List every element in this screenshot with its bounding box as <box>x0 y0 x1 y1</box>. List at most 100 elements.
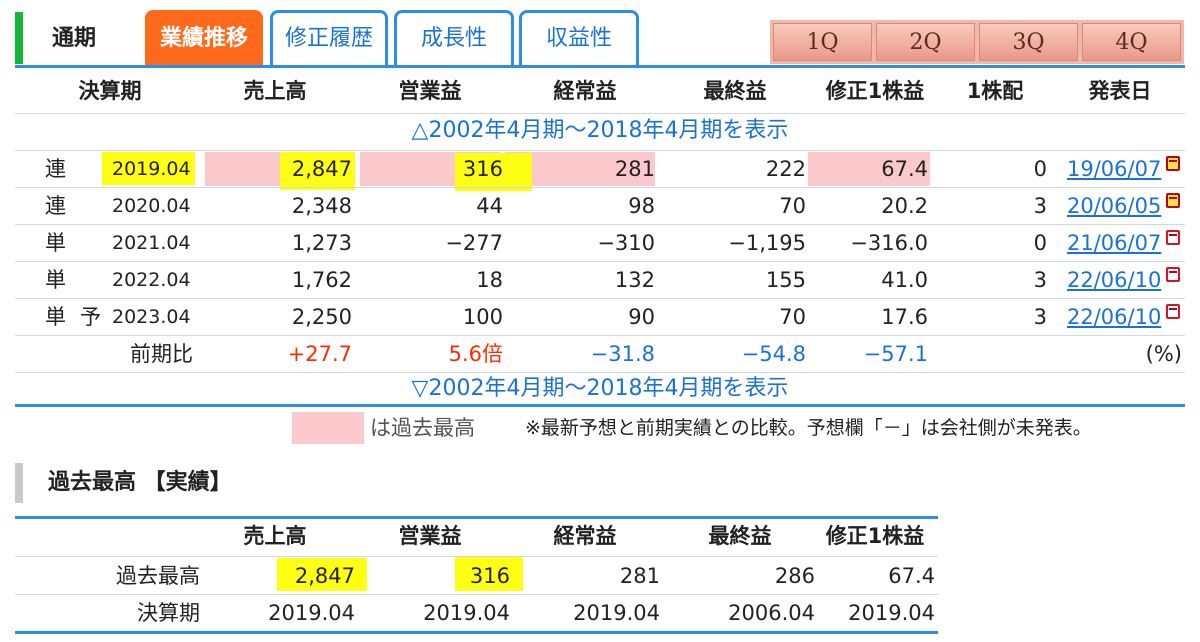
pdf-calendar-icon[interactable] <box>1166 230 1180 245</box>
operating-value: 18 <box>476 268 503 292</box>
record-net-period: 2006.04 <box>728 601 815 625</box>
col-header-date: 発表日 <box>1088 79 1152 103</box>
announcement-date-link[interactable]: 20/06/05 <box>1067 188 1161 224</box>
legend-label: は過去最高 <box>370 416 475 440</box>
consolidation-type: 連 <box>45 157 66 181</box>
yoy-unit: (%) <box>1145 342 1182 366</box>
net-value: 222 <box>765 157 806 181</box>
pdf-calendar-icon[interactable] <box>1166 267 1180 282</box>
sales-value: 2,250 <box>291 305 352 329</box>
sales-value: 2,348 <box>291 194 352 218</box>
record-high-label: 過去最高 <box>116 564 200 588</box>
dividend-value: 3 <box>1033 194 1047 218</box>
pdf-calendar-icon[interactable] <box>1166 304 1180 319</box>
col-header-dividend: 1株配 <box>966 79 1024 103</box>
record-sales-period: 2019.04 <box>268 601 355 625</box>
ordinary-value: 98 <box>628 194 655 218</box>
record-sales: 2,847 <box>294 564 355 588</box>
section-marker <box>15 463 23 503</box>
ordinary-value: 90 <box>628 305 655 329</box>
record-net: 286 <box>774 564 815 588</box>
record-header-eps: 修正1株益 <box>825 524 925 548</box>
yellow-calendar-icon[interactable] <box>1166 156 1180 171</box>
record-eps-period: 2019.04 <box>848 601 935 625</box>
quarter-buttons: 1Q 2Q 3Q 4Q <box>770 20 1184 64</box>
dividend-value: 0 <box>1033 231 1047 255</box>
eps-value: 17.6 <box>881 305 928 329</box>
section-marker <box>15 12 23 64</box>
record-header-net: 最終益 <box>708 524 772 548</box>
announcement-date-link[interactable]: 21/06/07 <box>1067 225 1161 261</box>
sales-value: 2,847 <box>291 157 352 181</box>
col-header-eps: 修正1株益 <box>825 79 925 103</box>
sales-value: 1,762 <box>291 268 352 292</box>
announcement-date-link[interactable]: 22/06/10 <box>1067 262 1161 298</box>
quarter-2q-button[interactable]: 2Q <box>876 23 975 61</box>
eps-value: 20.2 <box>881 194 928 218</box>
yoy-sales: +27.7 <box>287 342 352 366</box>
record-header-sales: 売上高 <box>243 524 307 548</box>
record-period-label: 決算期 <box>137 601 200 625</box>
tab-bar: 通期 業績推移 修正履歴 成長性 収益性 1Q 2Q 3Q 4Q <box>0 0 1200 66</box>
yoy-eps: −57.1 <box>863 342 928 366</box>
record-header-operating: 営業益 <box>398 524 462 548</box>
fiscal-period: 2021.04 <box>112 232 191 254</box>
record-header-ordinary: 経常益 <box>553 524 617 548</box>
operating-value: 100 <box>462 305 503 329</box>
record-operating: 316 <box>469 564 510 588</box>
quarter-3q-button[interactable]: 3Q <box>979 23 1078 61</box>
ordinary-value: 132 <box>614 268 655 292</box>
ordinary-value: 281 <box>614 157 655 181</box>
fiscal-period: 2020.04 <box>112 195 191 217</box>
tab-revision-history[interactable]: 修正履歴 <box>270 10 388 65</box>
divider <box>15 631 938 634</box>
operating-value: 44 <box>476 194 503 218</box>
record-eps: 67.4 <box>888 564 935 588</box>
eps-value: 67.4 <box>881 157 928 181</box>
operating-value: −277 <box>445 231 503 255</box>
dividend-value: 3 <box>1033 305 1047 329</box>
announcement-date-link[interactable]: 19/06/07 <box>1067 151 1161 187</box>
consolidation-type: 単 <box>45 305 66 329</box>
show-older-periods-link[interactable]: △2002年4月期～2018年4月期を表示 <box>15 113 1185 149</box>
divider <box>15 404 1185 407</box>
operating-value: 316 <box>462 157 503 181</box>
net-value: 70 <box>779 305 806 329</box>
record-ordinary: 281 <box>619 564 660 588</box>
consolidation-type: 単 <box>45 231 66 255</box>
tab-earnings-trend[interactable]: 業績推移 <box>145 10 263 65</box>
col-header-operating: 営業益 <box>398 79 462 103</box>
ordinary-value: −310 <box>597 231 655 255</box>
fiscal-period: 2019.04 <box>112 158 191 180</box>
divider <box>15 65 1185 68</box>
fiscal-period: 2023.04 <box>112 306 191 328</box>
yellow-calendar-icon[interactable] <box>1166 193 1180 208</box>
record-ordinary-period: 2019.04 <box>573 601 660 625</box>
dividend-value: 0 <box>1033 157 1047 181</box>
period-label: 通期 <box>52 26 97 51</box>
eps-value: −316.0 <box>850 231 928 255</box>
tab-growth[interactable]: 成長性 <box>394 10 514 65</box>
consolidation-type: 単 <box>45 268 66 292</box>
col-header-period: 決算期 <box>78 79 142 103</box>
fiscal-period: 2022.04 <box>112 269 191 291</box>
col-header-net: 最終益 <box>703 79 767 103</box>
record-section-title: 過去最高 【実績】 <box>48 470 232 495</box>
dividend-value: 3 <box>1033 268 1047 292</box>
yoy-operating: 5.6倍 <box>448 342 503 366</box>
eps-value: 41.0 <box>881 268 928 292</box>
announcement-date-link[interactable]: 22/06/10 <box>1067 299 1161 335</box>
legend-note: ※最新予想と前期実績との比較。予想欄「－」は会社側が未発表。 <box>525 417 1092 439</box>
net-value: 70 <box>779 194 806 218</box>
yoy-label: 前期比 <box>130 342 193 366</box>
yoy-ordinary: −31.8 <box>590 342 655 366</box>
net-value: 155 <box>765 268 806 292</box>
tab-profitability[interactable]: 収益性 <box>519 10 639 65</box>
consolidation-type: 連 <box>45 194 66 218</box>
hide-older-periods-link[interactable]: ▽2002年4月期～2018年4月期を表示 <box>15 371 1185 407</box>
quarter-1q-button[interactable]: 1Q <box>773 23 872 61</box>
col-header-sales: 売上高 <box>243 79 307 103</box>
quarter-4q-button[interactable]: 4Q <box>1082 23 1181 61</box>
col-header-ordinary: 経常益 <box>553 79 617 103</box>
net-value: −1,195 <box>728 231 806 255</box>
